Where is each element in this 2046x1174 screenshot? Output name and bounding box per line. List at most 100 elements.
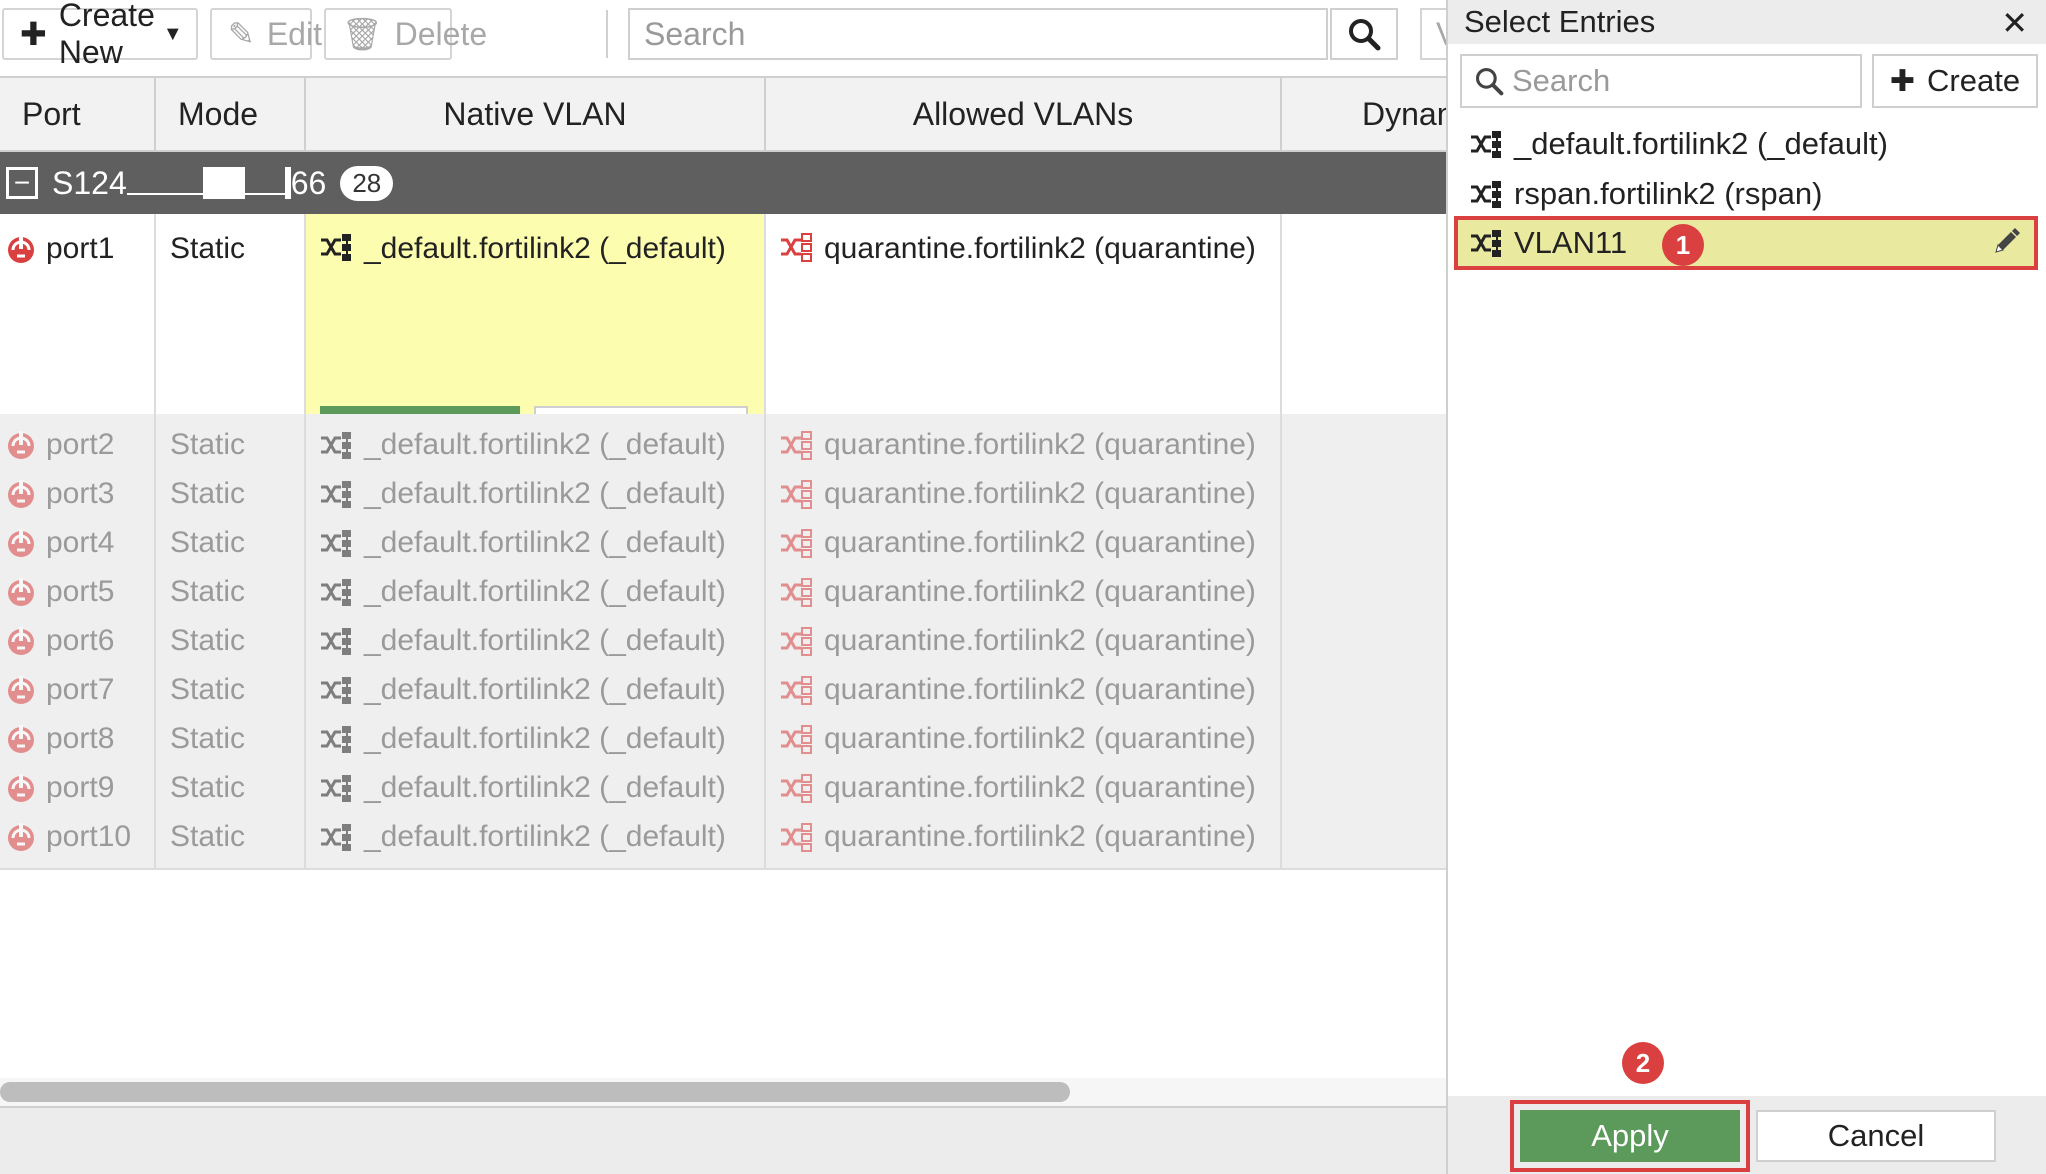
edit-button[interactable]: ✎ Edit bbox=[210, 8, 322, 60]
entry-default[interactable]: _default.fortilink2 (_default) bbox=[1456, 120, 2036, 168]
port-status-icon bbox=[4, 722, 38, 756]
port-name: port5 bbox=[46, 575, 115, 608]
view-toggle-button[interactable]: V bbox=[1420, 8, 1446, 60]
app-window: ✚ Create New ▼ ✎ Edit 🗑 Delete Search Po… bbox=[0, 0, 2046, 1174]
delete-button[interactable]: 🗑 Delete bbox=[324, 8, 487, 60]
allowed-vlan-value: quarantine.fortilink2 (quarantine) bbox=[824, 526, 1256, 559]
vlan-icon bbox=[779, 577, 814, 608]
step-badge-2: 2 bbox=[1622, 1042, 1664, 1084]
collapse-icon[interactable]: − bbox=[6, 167, 38, 199]
port-status-icon bbox=[4, 428, 38, 462]
native-vlan-value: _default.fortilink2 (_default) bbox=[364, 526, 726, 559]
native-vlan-value: _default.fortilink2 (_default) bbox=[364, 820, 726, 853]
table-search-button[interactable] bbox=[1330, 8, 1398, 60]
native-vlan-value: _default.fortilink2 (_default) bbox=[364, 477, 726, 510]
vlan-icon bbox=[319, 822, 354, 853]
port-name: port8 bbox=[46, 722, 115, 755]
plus-icon: ✚ bbox=[1889, 64, 1916, 98]
mode-value: Static bbox=[170, 232, 246, 265]
port-status-icon bbox=[4, 575, 38, 609]
scrollbar-thumb[interactable] bbox=[0, 1082, 1070, 1102]
native-vlan-cell[interactable]: _default.fortilink2 (_default) bbox=[306, 806, 766, 868]
entry-vlan11[interactable]: VLAN11 bbox=[1454, 216, 2038, 270]
allowed-vlan-value: quarantine.fortilink2 (quarantine) bbox=[824, 820, 1256, 853]
mode-value: Static bbox=[170, 673, 246, 706]
search-icon bbox=[1349, 19, 1381, 51]
vlan-icon bbox=[319, 232, 354, 263]
view-toggle-label: V bbox=[1436, 16, 1446, 53]
panel-search-placeholder: Search bbox=[1512, 63, 1611, 98]
vlan-icon bbox=[779, 528, 814, 559]
close-icon[interactable]: ✕ bbox=[2001, 4, 2028, 42]
port-status-icon bbox=[4, 771, 38, 805]
entry-rspan[interactable]: rspan.fortilink2 (rspan) bbox=[1456, 170, 2036, 218]
vlan-icon bbox=[319, 577, 354, 608]
dynamic-cell bbox=[1282, 806, 1446, 868]
toolbar-separator bbox=[606, 10, 608, 58]
panel-search-input[interactable]: Search bbox=[1460, 54, 1862, 108]
port-status-icon bbox=[4, 526, 38, 560]
port-status-icon bbox=[4, 232, 38, 266]
allowed-vlan-value: quarantine.fortilink2 (quarantine) bbox=[824, 428, 1256, 461]
edit-pencil-icon[interactable] bbox=[1990, 226, 2022, 266]
vlan-icon bbox=[779, 479, 814, 510]
column-header-allowed-vlans[interactable]: Allowed VLANs bbox=[766, 78, 1282, 150]
port-name: port9 bbox=[46, 771, 115, 804]
column-header-port[interactable]: Port bbox=[0, 78, 156, 150]
allowed-vlan-value: quarantine.fortilink2 (quarantine) bbox=[824, 477, 1256, 510]
allowed-vlans-cell[interactable]: quarantine.fortilink2 (quarantine) bbox=[766, 806, 1282, 868]
create-new-label: Create New bbox=[58, 0, 155, 70]
column-header-mode[interactable]: Mode bbox=[156, 78, 306, 150]
vlan-icon bbox=[1469, 129, 1504, 160]
vlan-icon bbox=[319, 675, 354, 706]
port-count-badge: 28 bbox=[340, 165, 394, 201]
vlan-icon bbox=[779, 773, 814, 804]
delete-label: Delete bbox=[394, 15, 488, 52]
table-footer bbox=[0, 1106, 1446, 1174]
vlan-icon bbox=[319, 528, 354, 559]
edit-label: Edit bbox=[266, 15, 322, 52]
trash-icon: 🗑 bbox=[342, 16, 383, 52]
column-header-native-vlan[interactable]: Native VLAN bbox=[306, 78, 766, 150]
port-name: port10 bbox=[46, 820, 132, 853]
mode-value: Static bbox=[170, 477, 246, 510]
column-header-dynamic[interactable]: Dynam bbox=[1282, 78, 1446, 150]
mode-value: Static bbox=[170, 428, 246, 461]
column-header-allowed-vlans-label: Allowed VLANs bbox=[912, 95, 1134, 132]
allowed-vlan-value: quarantine.fortilink2 (quarantine) bbox=[824, 575, 1256, 608]
table-search-input[interactable]: Search bbox=[628, 8, 1328, 60]
search-icon bbox=[1475, 67, 1504, 96]
create-new-button[interactable]: ✚ Create New ▼ bbox=[2, 0, 198, 70]
port-status-icon bbox=[4, 820, 38, 854]
vlan-icon bbox=[319, 773, 354, 804]
panel-cancel-button[interactable]: Cancel bbox=[1756, 1110, 1996, 1162]
port-cell: port10 bbox=[0, 806, 156, 868]
native-vlan-value: _default.fortilink2 (_default) bbox=[364, 673, 726, 706]
table-row[interactable]: port10 Static _default.fortilink2 (_defaul… bbox=[0, 806, 1446, 870]
switch-name-suffix: 66 bbox=[290, 164, 327, 201]
create-entry-button[interactable]: ✚ Create bbox=[1872, 54, 2038, 108]
panel-title: Select Entries bbox=[1464, 4, 1656, 39]
mode-value: Static bbox=[170, 526, 246, 559]
allowed-vlan-value: quarantine.fortilink2 (quarantine) bbox=[824, 771, 1256, 804]
vlan-icon bbox=[779, 626, 814, 657]
vlan-icon bbox=[319, 626, 354, 657]
toolbar: ✚ Create New ▼ ✎ Edit 🗑 Delete Search bbox=[0, 0, 1446, 76]
panel-header: Select Entries bbox=[1448, 0, 2046, 44]
panel-apply-button[interactable]: Apply bbox=[1520, 1110, 1740, 1162]
column-header-mode-label: Mode bbox=[178, 95, 259, 132]
port-name: port3 bbox=[46, 477, 115, 510]
vlan-icon bbox=[319, 430, 354, 461]
entry-label: VLAN11 bbox=[1514, 225, 1628, 260]
mode-value: Static bbox=[170, 820, 246, 853]
redaction-line bbox=[244, 193, 285, 195]
mode-value: Static bbox=[170, 771, 246, 804]
switch-group-row[interactable]: − S124 66 28 bbox=[0, 152, 1446, 214]
horizontal-scrollbar[interactable] bbox=[0, 1078, 1446, 1106]
caret-down-icon: ▼ bbox=[162, 22, 183, 45]
table-search-placeholder: Search bbox=[644, 15, 746, 52]
column-header-dynamic-label: Dynam bbox=[1362, 95, 1446, 132]
mode-cell: Static bbox=[156, 806, 306, 868]
port-name: port2 bbox=[46, 428, 115, 461]
mode-value: Static bbox=[170, 575, 246, 608]
